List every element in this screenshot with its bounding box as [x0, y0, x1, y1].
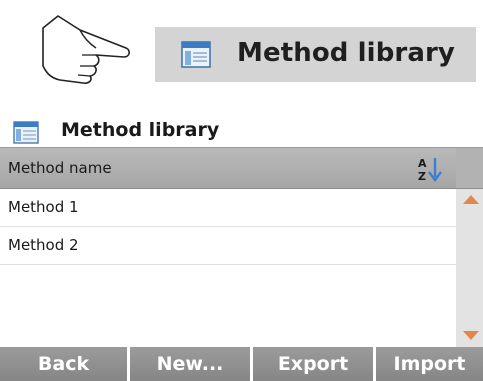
- list-item[interactable]: Method 2: [0, 227, 456, 265]
- bottom-toolbar: Back New... Export Import: [0, 347, 483, 381]
- method-library-button-label: Method library: [237, 38, 455, 68]
- pointing-hand-icon: [42, 15, 130, 84]
- back-button[interactable]: Back: [0, 347, 127, 381]
- svg-text:Z: Z: [418, 170, 426, 183]
- method-list: Method 1 Method 2: [0, 189, 456, 347]
- export-button[interactable]: Export: [253, 347, 373, 381]
- new-button[interactable]: New...: [130, 347, 250, 381]
- method-name: Method 2: [8, 236, 79, 254]
- column-header-label: Method name: [8, 159, 112, 177]
- column-header-spacer: [456, 148, 483, 188]
- window-list-icon: [181, 41, 211, 68]
- method-library-button[interactable]: Method library: [155, 27, 476, 82]
- import-button[interactable]: Import: [376, 347, 483, 381]
- page-title: Method library: [61, 119, 220, 141]
- scroll-up-icon[interactable]: [463, 195, 479, 204]
- sort-az-icon[interactable]: A Z: [416, 154, 446, 184]
- svg-text:A: A: [418, 157, 427, 170]
- method-library-panel: Method library Method name A Z Method 1 …: [0, 113, 483, 381]
- list-item[interactable]: Method 1: [0, 189, 456, 227]
- scrollbar[interactable]: [456, 189, 483, 347]
- scroll-down-icon[interactable]: [463, 331, 479, 340]
- column-header-method-name[interactable]: Method name A Z: [0, 147, 483, 189]
- method-name: Method 1: [8, 198, 79, 216]
- window-list-icon: [13, 121, 39, 144]
- panel-header: Method library: [0, 113, 483, 147]
